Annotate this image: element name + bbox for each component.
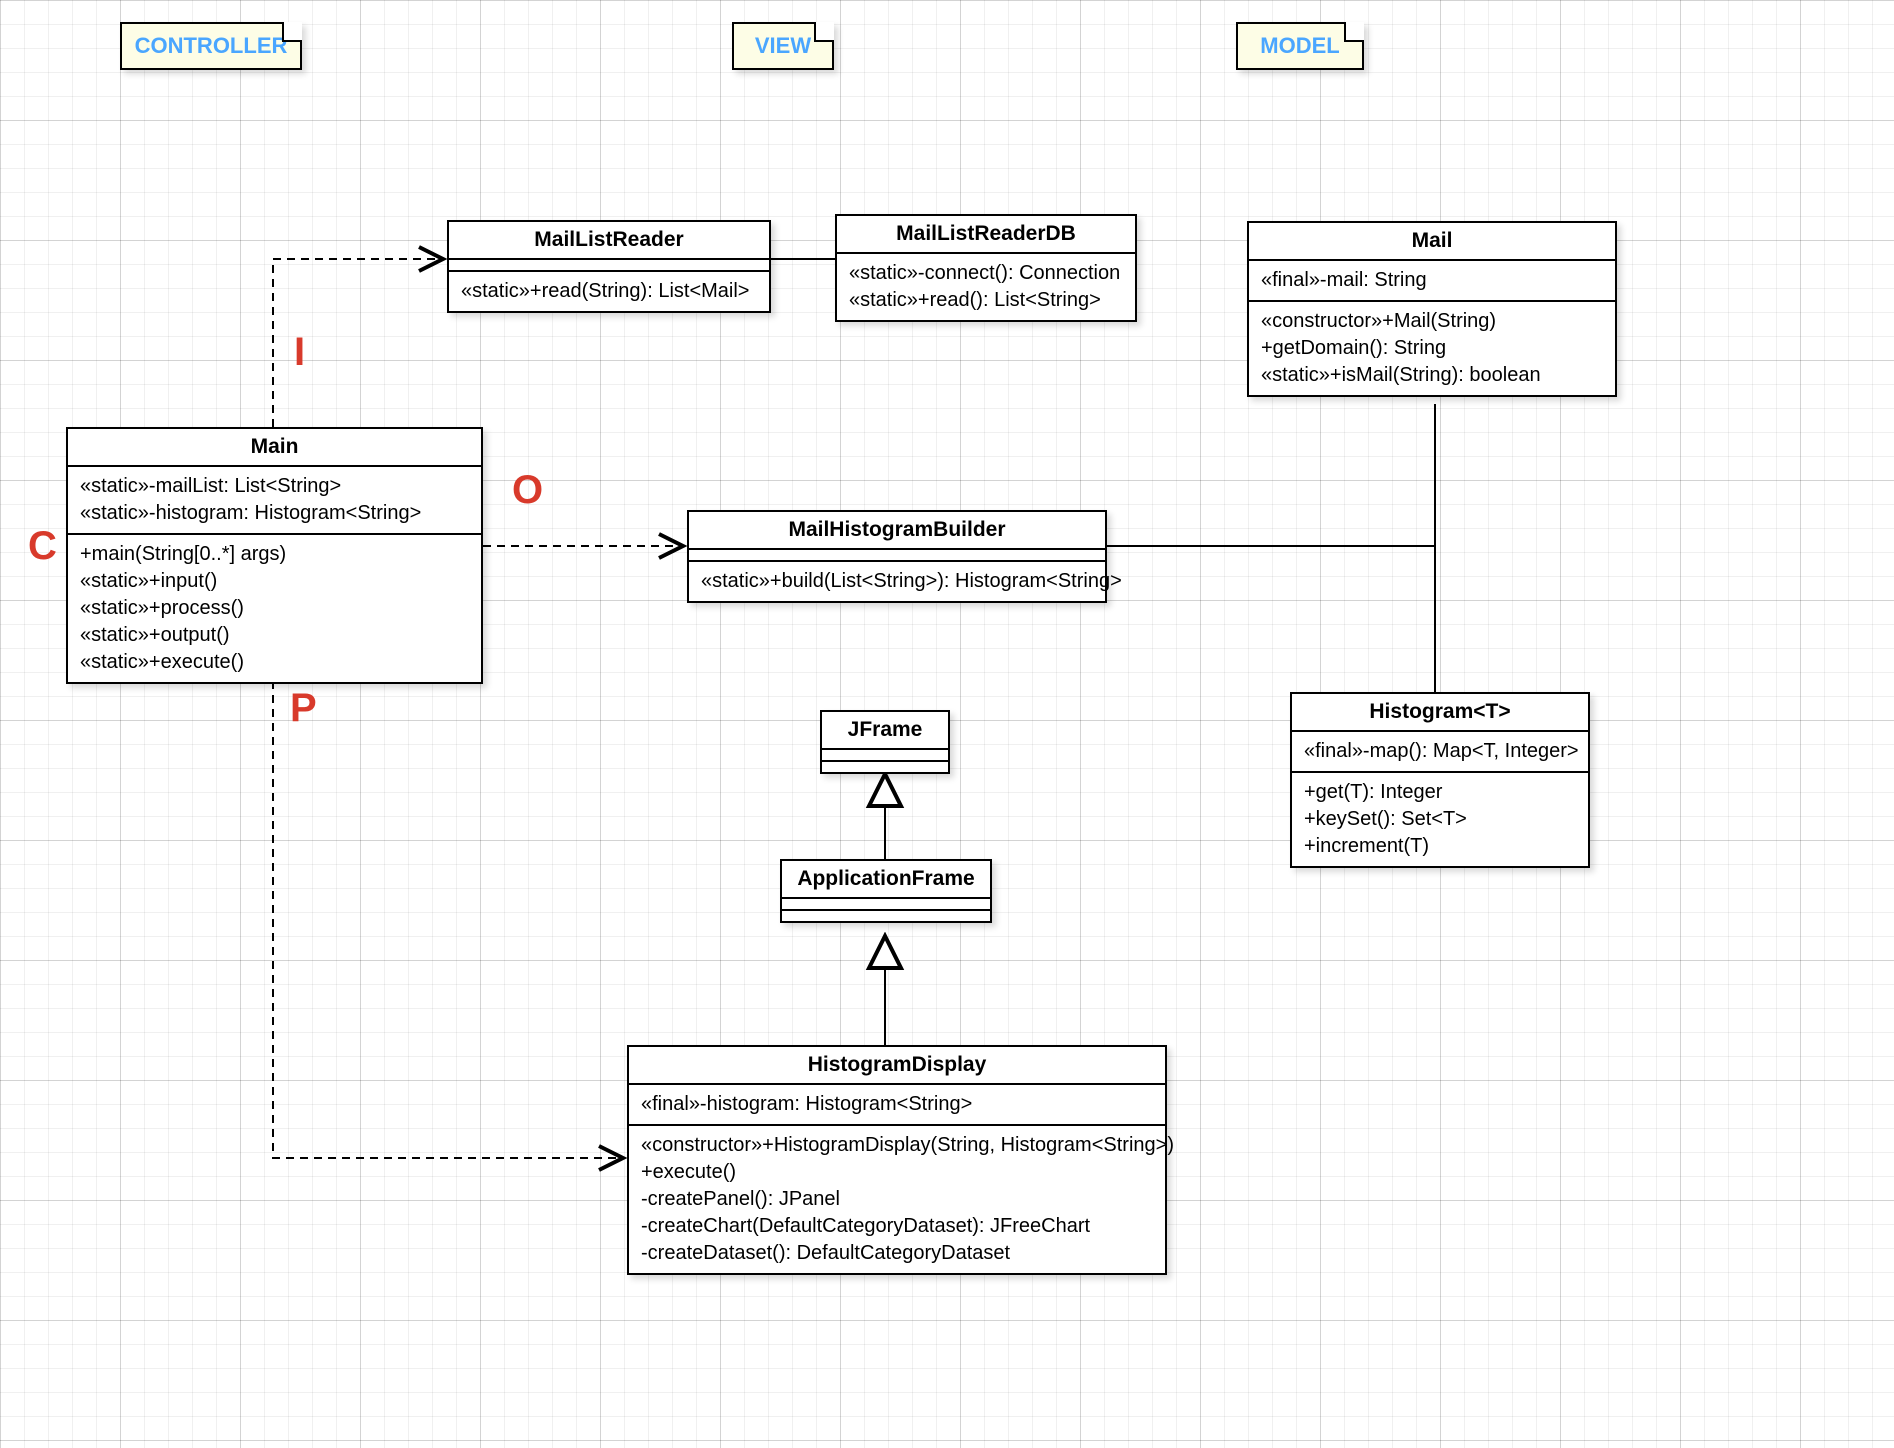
op: -createPanel(): JPanel xyxy=(641,1186,1153,1213)
op: +execute() xyxy=(641,1159,1153,1186)
class-applicationframe-ops xyxy=(782,911,990,921)
class-jframe: JFrame xyxy=(820,710,950,774)
op: «static»+execute() xyxy=(80,649,469,676)
op: «static»+isMail(String): boolean xyxy=(1261,362,1603,389)
attr: «static»-histogram: Histogram<String> xyxy=(80,500,469,527)
annotation-I: I xyxy=(294,330,305,375)
op: «static»+input() xyxy=(80,568,469,595)
attr: «static»-mailList: List<String> xyxy=(80,473,469,500)
class-mailhistogrambuilder-ops: «static»+build(List<String>): Histogram<… xyxy=(689,562,1105,601)
annotation-C: C xyxy=(28,524,57,569)
class-mail-title: Mail xyxy=(1249,223,1615,261)
op: «constructor»+Mail(String) xyxy=(1261,308,1603,335)
class-histogram-attrs: «final»-map(): Map<T, Integer> xyxy=(1292,732,1588,773)
class-mail-attrs: «final»-mail: String xyxy=(1249,261,1615,302)
op: +main(String[0..*] args) xyxy=(80,541,469,568)
op: «static»+process() xyxy=(80,595,469,622)
class-jframe-ops xyxy=(822,762,948,772)
class-main: Main «static»-mailList: List<String> «st… xyxy=(66,427,483,684)
class-jframe-title: JFrame xyxy=(822,712,948,750)
class-jframe-attrs xyxy=(822,750,948,762)
class-maillistreader: MailListReader «static»+read(String): Li… xyxy=(447,220,771,313)
class-applicationframe: ApplicationFrame xyxy=(780,859,992,923)
op: «static»+read(): List<String> xyxy=(849,287,1123,314)
class-histogramdisplay-title: HistogramDisplay xyxy=(629,1047,1165,1085)
op: «static»-connect(): Connection xyxy=(849,260,1123,287)
class-maillistreader-title: MailListReader xyxy=(449,222,769,260)
op: -createDataset(): DefaultCategoryDataset xyxy=(641,1240,1153,1267)
annotation-O: O xyxy=(512,468,543,513)
class-applicationframe-attrs xyxy=(782,899,990,911)
op: «static»+output() xyxy=(80,622,469,649)
class-mail: Mail «final»-mail: String «constructor»+… xyxy=(1247,221,1617,397)
op: +get(T): Integer xyxy=(1304,779,1576,806)
class-main-attrs: «static»-mailList: List<String> «static»… xyxy=(68,467,481,535)
class-histogramdisplay-attrs: «final»-histogram: Histogram<String> xyxy=(629,1085,1165,1126)
class-histogram: Histogram<T> «final»-map(): Map<T, Integ… xyxy=(1290,692,1590,868)
op: «static»+build(List<String>): Histogram<… xyxy=(701,568,1093,595)
class-mailhistogrambuilder-title: MailHistogramBuilder xyxy=(689,512,1105,550)
class-maillistreader-ops: «static»+read(String): List<Mail> xyxy=(449,272,769,311)
class-mailhistogrambuilder-attrs xyxy=(689,550,1105,562)
note-controller: CONTROLLER xyxy=(120,22,302,70)
note-model: MODEL xyxy=(1236,22,1364,70)
op: «constructor»+HistogramDisplay(String, H… xyxy=(641,1132,1153,1159)
annotation-P: P xyxy=(290,686,317,731)
op: +getDomain(): String xyxy=(1261,335,1603,362)
attr: «final»-histogram: Histogram<String> xyxy=(641,1091,1153,1118)
attr: «final»-map(): Map<T, Integer> xyxy=(1304,738,1576,765)
class-mailhistogrambuilder: MailHistogramBuilder «static»+build(List… xyxy=(687,510,1107,603)
class-maillistreaderdb-title: MailListReaderDB xyxy=(837,216,1135,254)
class-main-ops: +main(String[0..*] args) «static»+input(… xyxy=(68,535,481,682)
class-applicationframe-title: ApplicationFrame xyxy=(782,861,990,899)
class-histogram-ops: +get(T): Integer +keySet(): Set<T> +incr… xyxy=(1292,773,1588,866)
class-maillistreaderdb: MailListReaderDB «static»-connect(): Con… xyxy=(835,214,1137,322)
class-histogram-title: Histogram<T> xyxy=(1292,694,1588,732)
dep-main-to-histogramdisplay xyxy=(273,667,623,1158)
op: +increment(T) xyxy=(1304,833,1576,860)
class-main-title: Main xyxy=(68,429,481,467)
class-histogramdisplay: HistogramDisplay «final»-histogram: Hist… xyxy=(627,1045,1167,1275)
class-histogramdisplay-ops: «constructor»+HistogramDisplay(String, H… xyxy=(629,1126,1165,1273)
op: «static»+read(String): List<Mail> xyxy=(461,278,757,305)
attr: «final»-mail: String xyxy=(1261,267,1603,294)
class-mail-ops: «constructor»+Mail(String) +getDomain():… xyxy=(1249,302,1615,395)
class-maillistreader-attrs xyxy=(449,260,769,272)
op: +keySet(): Set<T> xyxy=(1304,806,1576,833)
op: -createChart(DefaultCategoryDataset): JF… xyxy=(641,1213,1153,1240)
note-view: VIEW xyxy=(732,22,834,70)
class-maillistreaderdb-ops: «static»-connect(): Connection «static»+… xyxy=(837,254,1135,320)
